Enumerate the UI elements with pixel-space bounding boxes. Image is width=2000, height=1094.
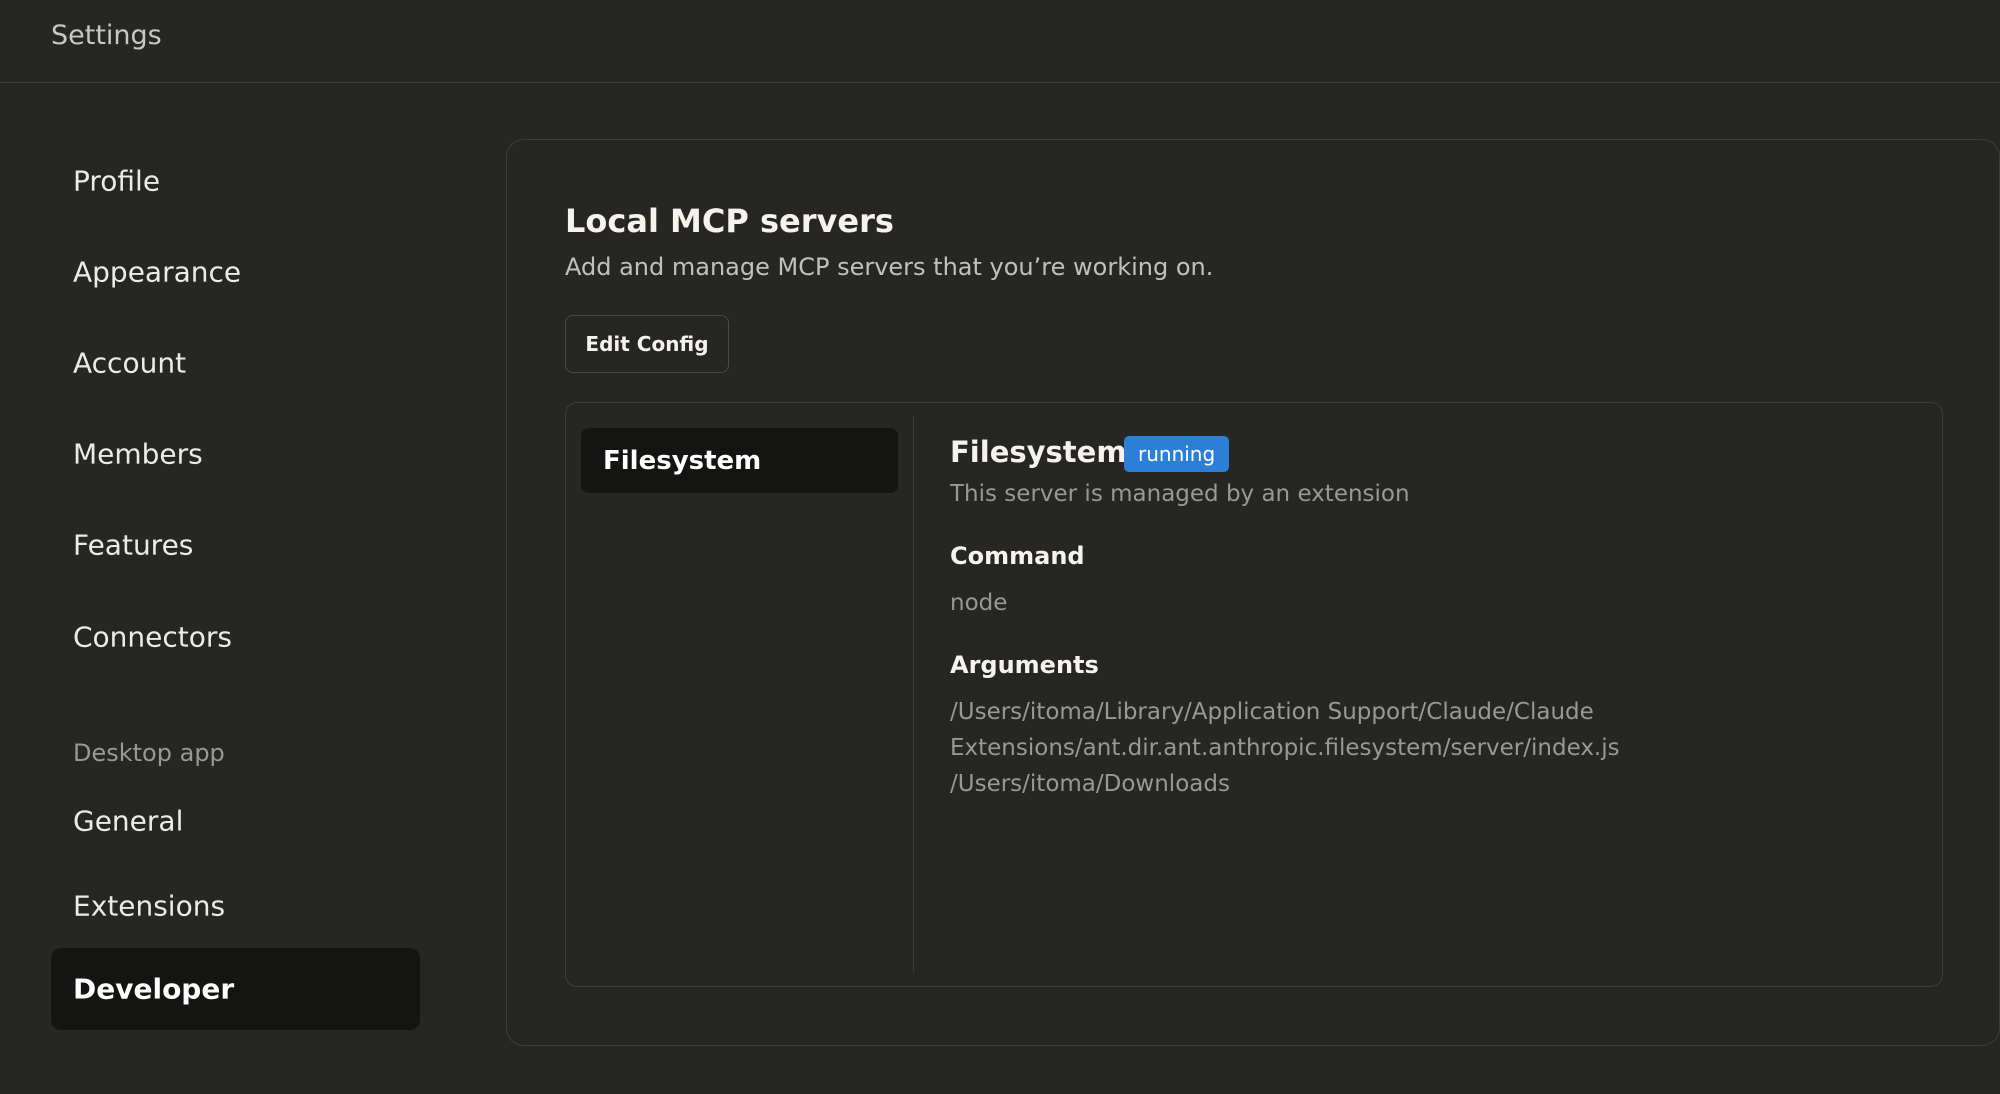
sidebar-item-label: Appearance — [73, 255, 242, 289]
section-description: Add and manage MCP servers that you’re w… — [565, 253, 1214, 281]
server-list-item-label: Filesystem — [603, 445, 762, 476]
sidebar-item-label: Extensions — [73, 889, 226, 923]
edit-config-button[interactable]: Edit Config — [565, 315, 729, 373]
sidebar-item-label: Developer — [73, 972, 235, 1006]
arguments-value-line: Extensions/ant.dir.ant.anthropic.filesys… — [950, 735, 1620, 761]
page-title: Settings — [51, 20, 162, 51]
sidebar-item-general[interactable]: General — [51, 780, 420, 862]
section-title: Local MCP servers — [565, 202, 894, 240]
sidebar-item-features[interactable]: Features — [51, 504, 420, 586]
sidebar-item-extensions[interactable]: Extensions — [51, 865, 420, 947]
arguments-value-line: /Users/itoma/Library/Application Support… — [950, 699, 1594, 725]
developer-panel: Local MCP servers Add and manage MCP ser… — [506, 139, 2000, 1046]
server-detail: Filesystem running This server is manage… — [950, 403, 1930, 986]
sidebar-item-label: Features — [73, 528, 194, 562]
sidebar-item-label: Connectors — [73, 620, 233, 654]
arguments-label: Arguments — [950, 651, 1099, 679]
divider — [913, 417, 914, 972]
server-list: Filesystem — [566, 403, 913, 986]
sidebar-item-account[interactable]: Account — [51, 322, 420, 404]
command-value: node — [950, 590, 1008, 616]
status-badge: running — [1124, 436, 1230, 472]
sidebar-item-connectors[interactable]: Connectors — [51, 596, 420, 678]
sidebar-section-desktop-app: Desktop app — [73, 739, 225, 767]
server-list-item-filesystem[interactable]: Filesystem — [581, 428, 898, 493]
sidebar-item-label: General — [73, 804, 184, 838]
command-label: Command — [950, 542, 1085, 570]
server-container: Filesystem Filesystem running This serve… — [565, 402, 1943, 987]
top-bar: Settings — [0, 0, 2000, 83]
server-subtitle: This server is managed by an extension — [950, 481, 1410, 507]
sidebar-item-label: Members — [73, 437, 203, 471]
sidebar-item-appearance[interactable]: Appearance — [51, 231, 420, 313]
sidebar-item-developer[interactable]: Developer — [51, 948, 420, 1030]
sidebar-item-members[interactable]: Members — [51, 413, 420, 495]
server-name: Filesystem — [950, 435, 1127, 469]
sidebar-item-profile[interactable]: Profile — [51, 140, 420, 222]
sidebar-item-label: Account — [73, 346, 187, 380]
sidebar-item-label: Profile — [73, 164, 161, 198]
arguments-value-line: /Users/itoma/Downloads — [950, 771, 1230, 797]
